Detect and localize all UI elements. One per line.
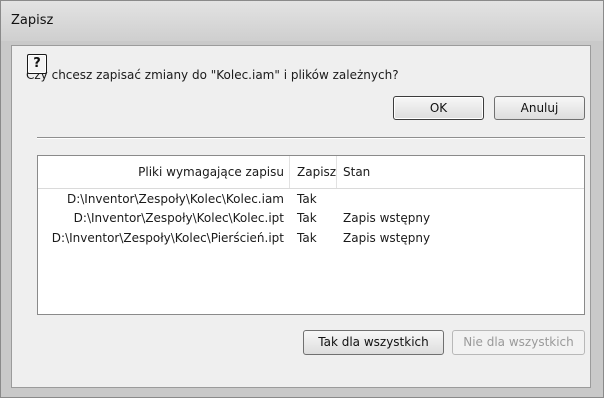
file-save-flag: Tak [297, 211, 317, 225]
file-state: Zapis wstępny [343, 231, 431, 245]
title-bar[interactable]: Zapisz [1, 1, 603, 41]
list-header: Pliki wymagające zapisu Zapisz Stan [38, 156, 584, 189]
yes-to-all-button[interactable]: Tak dla wszystkich [303, 330, 444, 355]
column-header-state[interactable]: Stan [343, 156, 370, 188]
list-item[interactable]: D:\Inventor\Zespoły\Kolec\Kolec.iam Tak [38, 191, 584, 207]
window-title: Zapisz [11, 13, 54, 28]
help-icon[interactable]: ? [27, 54, 47, 74]
no-to-all-button[interactable]: Nie dla wszystkich [452, 330, 585, 355]
file-path: D:\Inventor\Zespoły\Kolec\Pierścień.ipt [51, 231, 284, 245]
file-state: Zapis wstępny [343, 211, 431, 225]
files-list[interactable]: Pliki wymagające zapisu Zapisz Stan D:\I… [37, 155, 585, 315]
save-dialog: Zapisz Czy chcesz zapisać zmiany do "Kol… [0, 0, 604, 398]
file-save-flag: Tak [297, 192, 317, 206]
column-header-save[interactable]: Zapisz [297, 156, 336, 188]
list-item[interactable]: D:\Inventor\Zespoły\Kolec\Pierścień.ipt … [38, 230, 584, 246]
file-save-flag: Tak [297, 231, 317, 245]
save-question: Czy chcesz zapisać zmiany do "Kolec.iam"… [26, 68, 399, 82]
cancel-button[interactable]: Anuluj [494, 96, 585, 120]
file-path: D:\Inventor\Zespoły\Kolec\Kolec.iam [66, 192, 284, 206]
divider [37, 137, 585, 139]
ok-button[interactable]: OK [393, 96, 484, 120]
list-item[interactable]: D:\Inventor\Zespoły\Kolec\Kolec.ipt Tak … [38, 210, 584, 226]
column-divider [336, 156, 337, 188]
column-header-files[interactable]: Pliki wymagające zapisu [138, 156, 284, 188]
column-divider [289, 156, 290, 188]
file-path: D:\Inventor\Zespoły\Kolec\Kolec.ipt [73, 211, 284, 225]
